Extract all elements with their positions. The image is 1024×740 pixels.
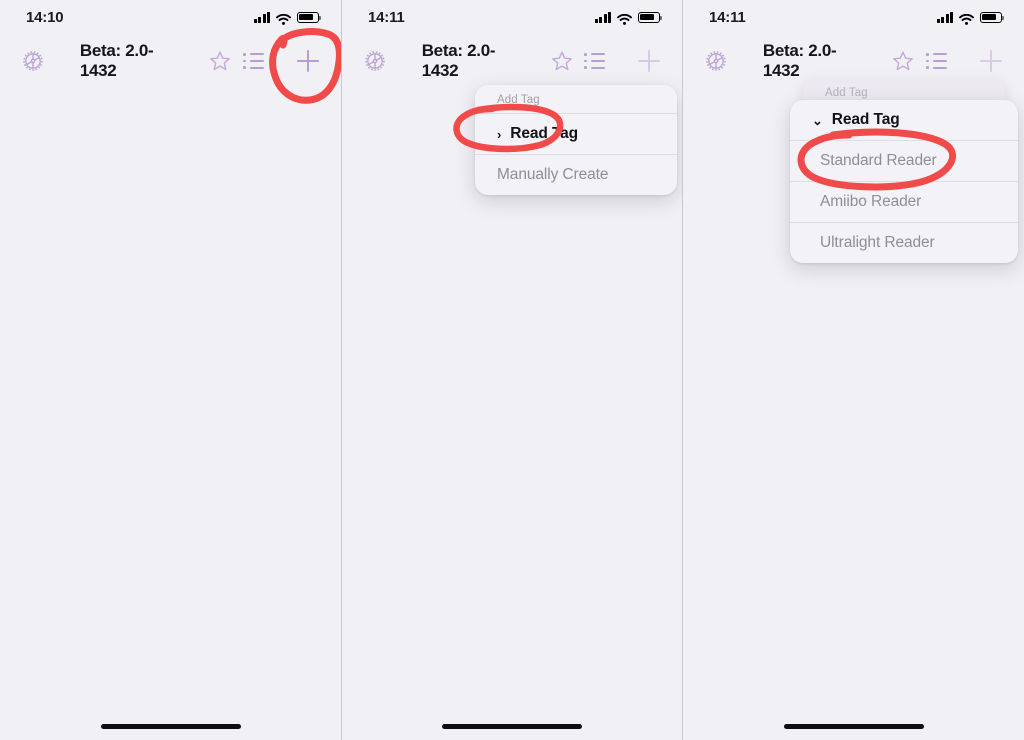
chevron-down-icon: ⌄ bbox=[812, 112, 823, 128]
menu-item-label: Ultralight Reader bbox=[820, 234, 935, 251]
status-bar: 14:10 bbox=[0, 0, 341, 34]
list-icon[interactable] bbox=[579, 44, 613, 78]
plus-icon[interactable] bbox=[974, 44, 1008, 78]
chevron-right-icon: › bbox=[497, 126, 502, 142]
menu-item-read-tag[interactable]: › Read Tag bbox=[475, 114, 677, 154]
gear-icon[interactable] bbox=[699, 44, 733, 78]
battery-icon bbox=[638, 11, 663, 23]
list-icon[interactable] bbox=[920, 44, 954, 78]
read-tag-submenu: ⌄ Read Tag Standard Reader Amiibo Reader… bbox=[790, 100, 1018, 263]
cellular-signal-icon bbox=[594, 11, 611, 23]
screenshot-strip: 14:10 Beta: 2.0-1432 14:11 Beta: 2.0-143… bbox=[0, 0, 1024, 740]
status-bar: 14:11 bbox=[342, 0, 682, 34]
list-icon[interactable] bbox=[237, 44, 271, 78]
menu-item-label: Manually Create bbox=[497, 166, 609, 183]
cellular-signal-icon bbox=[936, 11, 953, 23]
menu-item-ultralight-reader[interactable]: Ultralight Reader bbox=[790, 222, 1018, 263]
status-clock: 14:11 bbox=[709, 8, 746, 26]
status-indicators bbox=[594, 11, 663, 25]
home-indicator bbox=[442, 724, 582, 729]
phone-screen-3: 14:11 Beta: 2.0-1432 Add Tag ⌄ Read Tag … bbox=[682, 0, 1024, 740]
home-indicator bbox=[783, 724, 924, 729]
star-icon[interactable] bbox=[203, 44, 237, 78]
wifi-icon bbox=[959, 12, 974, 25]
status-indicators bbox=[936, 11, 1005, 25]
cellular-signal-icon bbox=[253, 11, 270, 23]
menu-item-standard-reader[interactable]: Standard Reader bbox=[790, 140, 1018, 181]
page-title: Beta: 2.0-1432 bbox=[421, 41, 496, 80]
status-bar: 14:11 bbox=[683, 0, 1024, 34]
battery-icon bbox=[297, 11, 322, 23]
plus-icon[interactable] bbox=[632, 44, 666, 78]
star-icon[interactable] bbox=[545, 44, 579, 78]
wifi-icon bbox=[276, 12, 291, 25]
battery-icon bbox=[980, 11, 1005, 23]
wifi-icon bbox=[617, 12, 632, 25]
menu-header-add-tag: Add Tag bbox=[475, 85, 677, 114]
gear-icon[interactable] bbox=[358, 44, 392, 78]
add-tag-context-menu: Add Tag › Read Tag Manually Create bbox=[475, 85, 677, 195]
home-indicator bbox=[100, 724, 241, 729]
gear-icon[interactable] bbox=[16, 44, 50, 78]
menu-item-label: Read Tag bbox=[831, 111, 900, 128]
menu-item-manually-create[interactable]: Manually Create bbox=[475, 154, 677, 195]
phone-screen-1: 14:10 Beta: 2.0-1432 bbox=[0, 0, 341, 740]
navigation-bar: Beta: 2.0-1432 bbox=[342, 38, 682, 84]
status-clock: 14:11 bbox=[368, 8, 405, 26]
plus-icon[interactable] bbox=[291, 44, 325, 78]
page-title: Beta: 2.0-1432 bbox=[762, 41, 837, 80]
page-title: Beta: 2.0-1432 bbox=[79, 41, 154, 80]
menu-item-label: Read Tag bbox=[510, 125, 579, 142]
menu-item-label: Amiibo Reader bbox=[820, 193, 922, 210]
navigation-bar: Beta: 2.0-1432 bbox=[0, 38, 341, 84]
menu-item-amiibo-reader[interactable]: Amiibo Reader bbox=[790, 181, 1018, 222]
menu-item-label: Standard Reader bbox=[820, 152, 937, 169]
star-icon[interactable] bbox=[886, 44, 920, 78]
status-clock: 14:10 bbox=[26, 8, 64, 26]
menu-item-read-tag[interactable]: ⌄ Read Tag bbox=[790, 100, 1018, 140]
phone-screen-2: 14:11 Beta: 2.0-1432 Add Tag › Read Tag … bbox=[341, 0, 682, 740]
status-indicators bbox=[253, 11, 322, 25]
